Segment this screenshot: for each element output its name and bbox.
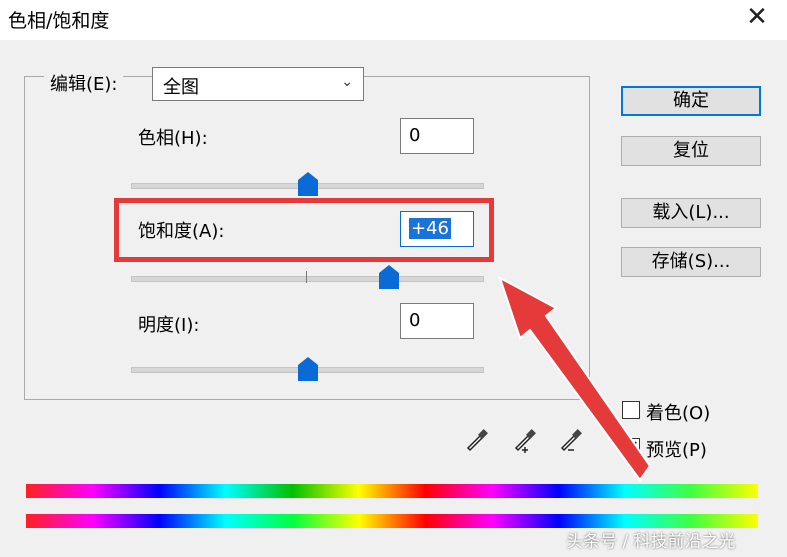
chevron-down-icon: ⌄ <box>341 74 353 90</box>
colorize-label: 着色(O) <box>646 403 711 424</box>
window-title: 色相/饱和度 <box>8 10 110 32</box>
reset-button[interactable]: 复位 <box>621 136 761 166</box>
watermark: 头条号 / 科技前沿之光 <box>566 532 736 552</box>
hue-label: 色相(H): <box>138 128 208 149</box>
lightness-input[interactable]: 0 <box>400 303 474 339</box>
hue-input[interactable]: 0 <box>400 118 474 154</box>
edit-dropdown[interactable]: 全图 ⌄ <box>152 67 364 101</box>
hue-spectrum-bar-top <box>26 484 758 498</box>
hue-spectrum-bar-bottom <box>26 514 758 528</box>
edit-label: 编辑(E): <box>44 70 124 96</box>
hue-slider-thumb[interactable] <box>297 172 318 196</box>
saturation-slider-track[interactable] <box>131 276 484 282</box>
preview-label: 预览(P) <box>646 440 707 461</box>
ok-button[interactable]: 确定 <box>621 86 761 116</box>
close-icon[interactable]: ✕ <box>742 2 772 32</box>
highlight-box <box>114 198 494 262</box>
load-button[interactable]: 载入(L)... <box>621 198 761 228</box>
title-bar <box>0 0 787 40</box>
edit-dropdown-value: 全图 <box>163 77 199 98</box>
saturation-slider-thumb[interactable] <box>378 265 399 289</box>
lightness-slider-thumb[interactable] <box>297 357 318 381</box>
annotation-arrow <box>498 275 650 482</box>
lightness-label: 明度(I): <box>138 315 200 336</box>
saturation-center-tick <box>306 271 307 283</box>
